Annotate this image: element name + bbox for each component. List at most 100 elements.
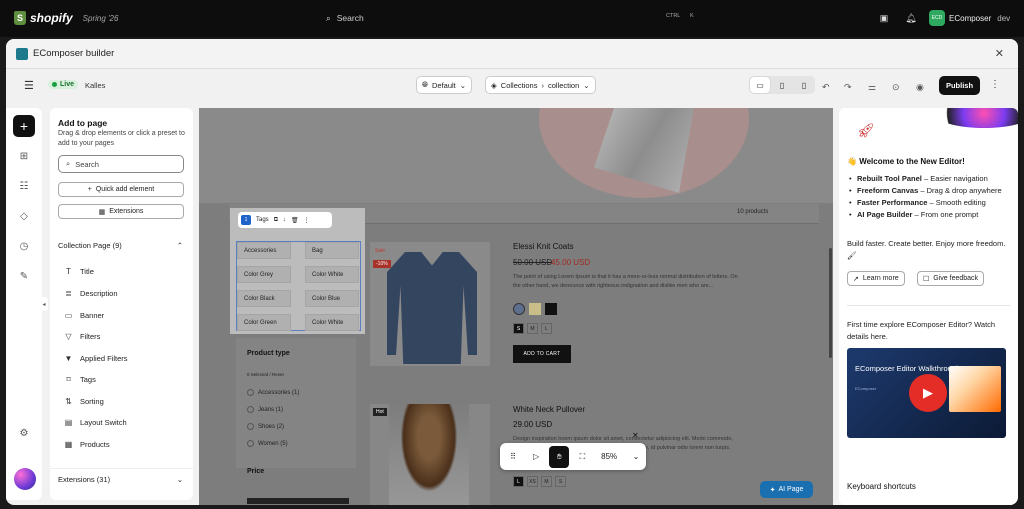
- history-icon[interactable]: ◷: [13, 235, 35, 257]
- element-badge: 1: [241, 215, 251, 225]
- extensions-section[interactable]: Extensions (31) ⌄: [50, 468, 193, 490]
- swatch-blue[interactable]: [513, 303, 525, 315]
- element-search-input[interactable]: ⌕ Search: [58, 155, 184, 173]
- tag-item[interactable]: Bag: [305, 242, 359, 259]
- global-search[interactable]: ⌕ Search CTRL K: [318, 8, 706, 28]
- size-option[interactable]: L: [541, 323, 552, 334]
- title-icon: T: [66, 266, 71, 276]
- element-banner[interactable]: ▭ Banner: [50, 304, 190, 326]
- ai-orb-icon[interactable]: [14, 468, 36, 490]
- page-name: Kalles: [85, 81, 106, 90]
- video-title: EComposer Editor Walkthrough: [855, 364, 961, 373]
- edition-label: Spring '26: [82, 13, 119, 23]
- stack-icon[interactable]: ◇: [13, 205, 35, 227]
- rocket-icon: 🚀︎: [857, 122, 875, 138]
- tag-item[interactable]: Color White: [305, 266, 359, 283]
- collapse-panel-icon[interactable]: ◂: [40, 297, 48, 311]
- layers-icon[interactable]: ⊞: [13, 145, 35, 167]
- eye-icon[interactable]: ◉: [916, 82, 924, 93]
- size-option[interactable]: XS: [527, 476, 538, 487]
- template-select[interactable]: ◈ Collections › collection ⌄: [485, 76, 596, 94]
- feedback-button[interactable]: ☐ Give feedback: [917, 271, 985, 286]
- close-icon[interactable]: ✕: [995, 47, 1004, 60]
- trash-icon[interactable]: 🗑︎: [291, 217, 299, 224]
- more-options-icon[interactable]: ⋮: [304, 217, 310, 224]
- learn-more-button[interactable]: ↗ Learn more: [847, 271, 905, 286]
- feature-name: AI Page Builder: [857, 210, 913, 219]
- canvas-scrollbar[interactable]: [829, 248, 832, 358]
- fit-screen-icon[interactable]: ⛶: [572, 446, 592, 468]
- theme-select[interactable]: 🌐︎ Default ⌄: [416, 76, 473, 94]
- element-tags[interactable]: ⌑ Tags: [50, 368, 190, 390]
- filter-option[interactable]: Women (5): [247, 440, 288, 447]
- undo-icon[interactable]: ↶: [822, 82, 830, 93]
- bell-icon[interactable]: 🔔︎: [905, 12, 917, 24]
- settings-sliders-icon[interactable]: ⚌: [868, 82, 876, 93]
- avatar: ECD: [929, 10, 945, 26]
- duplicate-icon[interactable]: ⧉: [274, 217, 278, 224]
- redo-icon[interactable]: ↷: [844, 82, 852, 93]
- menu-icon[interactable]: ☰: [24, 79, 34, 92]
- extensions-count: Extensions (31): [58, 475, 111, 484]
- element-layout-switch[interactable]: ▤ Layout Switch: [50, 411, 190, 433]
- tag-item[interactable]: Accessories: [237, 242, 291, 259]
- size-option[interactable]: S: [513, 323, 524, 334]
- chevron-down-icon[interactable]: ⌄: [626, 446, 646, 468]
- add-element-icon[interactable]: +: [13, 115, 35, 137]
- size-option[interactable]: S: [555, 476, 566, 487]
- close-icon[interactable]: ✕: [632, 431, 642, 441]
- inbox-icon[interactable]: ▣: [878, 12, 890, 24]
- shopify-logo[interactable]: S shopify Spring '26: [14, 11, 118, 25]
- sections-icon[interactable]: ☷: [13, 175, 35, 197]
- hand-tool-icon[interactable]: ✋︎: [549, 445, 570, 468]
- tags-element-preview[interactable]: 1 Tags ⧉ ↓ 🗑︎ ⋮ Accessories Bag Color Gr…: [230, 208, 365, 334]
- filter-reset[interactable]: Reset: [272, 372, 284, 377]
- ai-page-button[interactable]: ✦ AI Page: [760, 481, 813, 498]
- element-filters[interactable]: ▽ Filters: [50, 325, 190, 347]
- zoom-level[interactable]: 85%: [595, 446, 622, 468]
- swatch-black[interactable]: [545, 303, 557, 315]
- more-options-icon[interactable]: ⋮: [990, 79, 1000, 90]
- price-slider[interactable]: [247, 498, 349, 504]
- filter-option[interactable]: Accessories (1): [247, 389, 299, 396]
- collection-page-section[interactable]: Collection Page (9) ⌃: [50, 234, 193, 256]
- tag-item[interactable]: Color White: [305, 314, 359, 331]
- publish-button[interactable]: Publish: [939, 76, 980, 95]
- tag-item[interactable]: Color Green: [237, 314, 291, 331]
- product-title[interactable]: White Neck Pullover: [513, 405, 585, 414]
- quick-add-button[interactable]: + Quick add element: [58, 182, 184, 197]
- size-option[interactable]: L: [513, 476, 524, 487]
- add-to-cart-button[interactable]: ADD TO CART: [513, 345, 571, 363]
- drag-handle-icon[interactable]: ⠿: [503, 446, 523, 468]
- filter-option[interactable]: Jeans (1): [247, 406, 283, 413]
- welcome-heading: 👋 Welcome to the New Editor!: [847, 157, 965, 166]
- mobile-icon[interactable]: ▯: [794, 77, 814, 93]
- size-option[interactable]: M: [527, 323, 538, 334]
- search-preview-icon[interactable]: ⊙: [892, 82, 900, 93]
- element-title[interactable]: T Title: [50, 260, 190, 282]
- size-option[interactable]: M: [541, 476, 552, 487]
- swatch-beige[interactable]: [529, 303, 541, 315]
- tag-item[interactable]: Color Grey: [237, 266, 291, 283]
- desktop-icon[interactable]: ▭: [750, 77, 770, 93]
- move-down-icon[interactable]: ↓: [283, 217, 286, 223]
- tablet-icon[interactable]: ▯: [772, 77, 792, 93]
- element-products[interactable]: ▦ Products: [50, 433, 190, 455]
- element-sorting[interactable]: ⇅ Sorting: [50, 390, 190, 412]
- element-description[interactable]: ≣ Description: [50, 282, 190, 304]
- element-applied-filters[interactable]: ▼ Applied Filters: [50, 347, 190, 369]
- feature-list: Rebuilt Tool Panel – Easier navigation F…: [847, 173, 1012, 221]
- product-title[interactable]: Elessi Knit Coats: [513, 242, 573, 251]
- select-cursor-icon[interactable]: ▷: [526, 446, 546, 468]
- user-menu[interactable]: ECD EComposer dev: [929, 10, 1010, 26]
- tag-item[interactable]: Color Blue: [305, 290, 359, 307]
- tag-item[interactable]: Color Black: [237, 290, 291, 307]
- filter-option[interactable]: Shoes (2): [247, 423, 284, 430]
- gear-icon[interactable]: ⚙: [13, 422, 35, 444]
- divider: [847, 305, 1010, 306]
- walkthrough-video[interactable]: EComposer Editor Walkthrough EComposer ▶: [847, 348, 1006, 438]
- keyboard-shortcuts-heading[interactable]: Keyboard shortcuts: [847, 482, 916, 491]
- play-icon[interactable]: ▶: [909, 374, 947, 412]
- extensions-button[interactable]: ▦ Extensions: [58, 204, 184, 219]
- brush-icon[interactable]: ✎: [13, 265, 35, 287]
